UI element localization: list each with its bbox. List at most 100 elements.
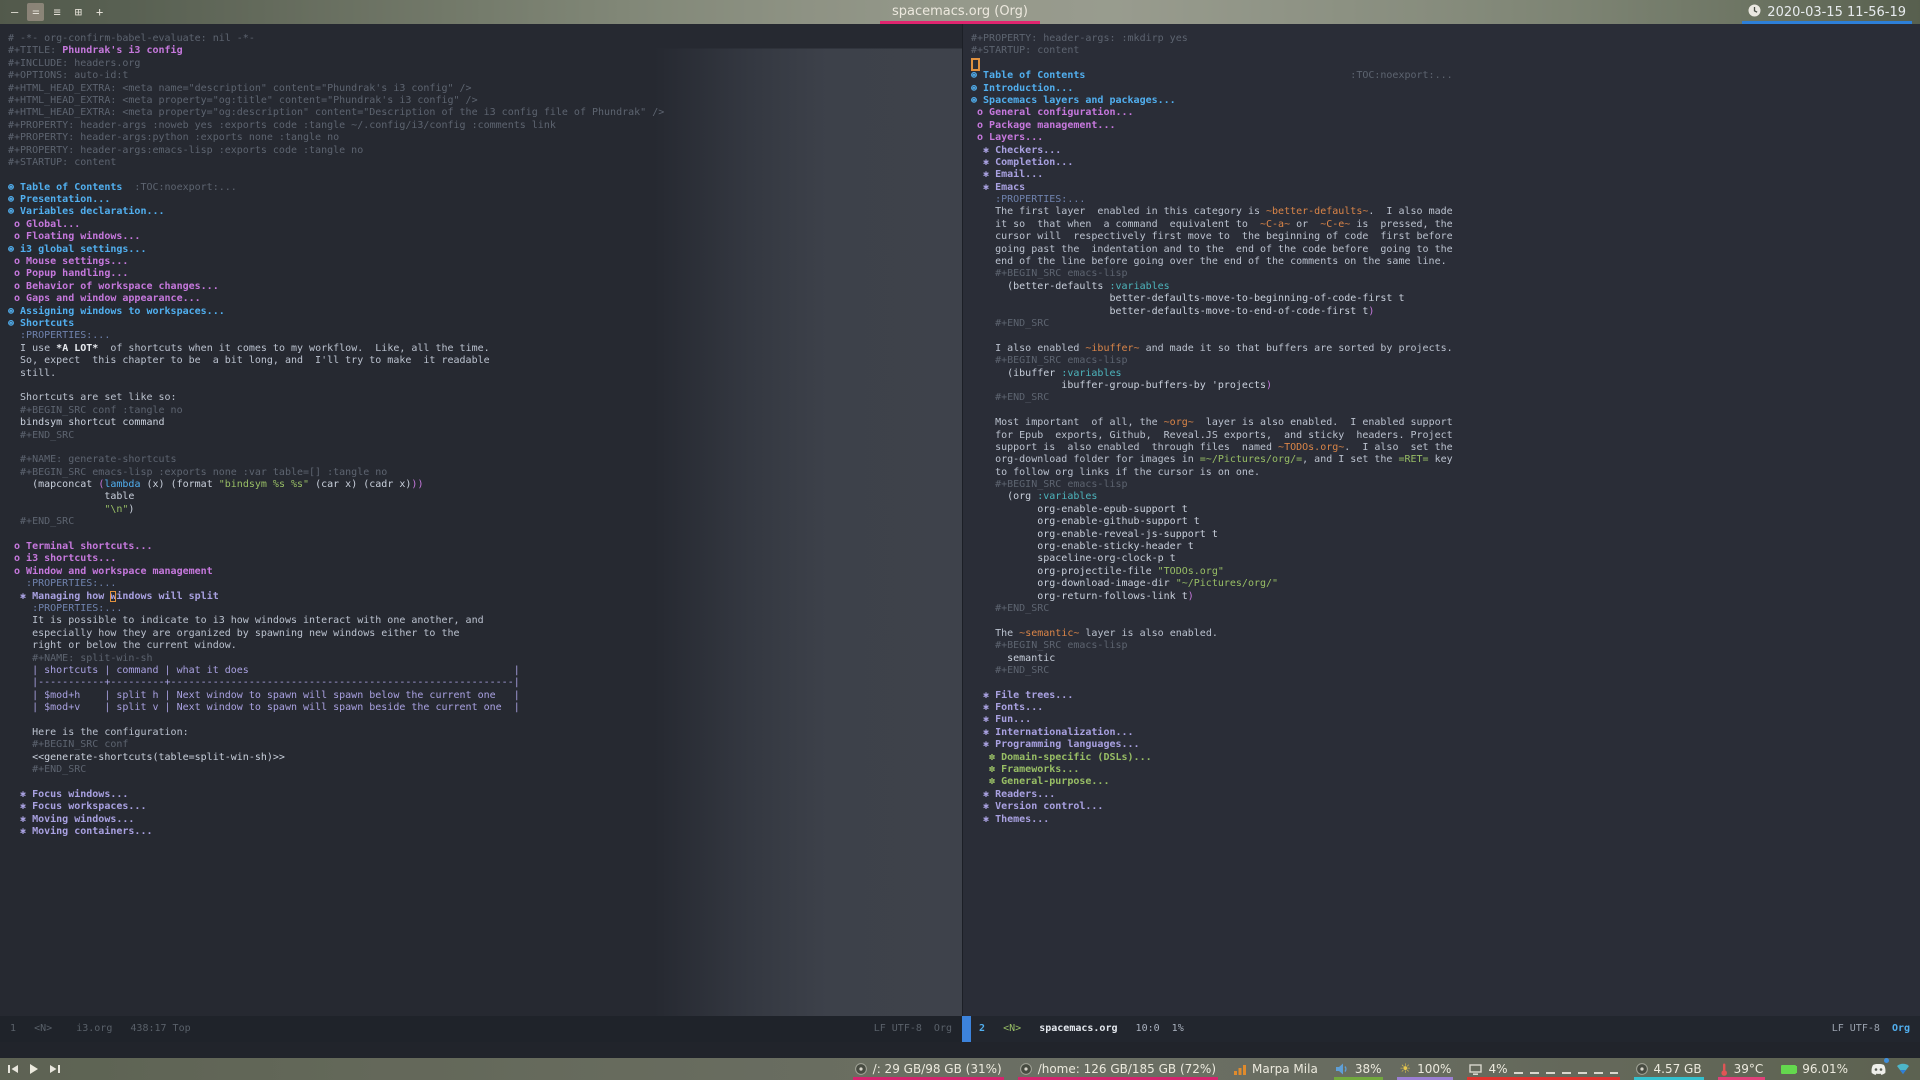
right-mode-line[interactable]: 2 <N> spacemacs.org 10:0 1% LF UTF-8 Org [962, 1016, 1920, 1042]
buffer-line: ✱ Moving containers... [8, 826, 153, 837]
buffer-line [971, 615, 1920, 627]
left-buffer[interactable]: # -*- org-confirm-babel-evaluate: nil -*… [0, 24, 962, 838]
buffer-line: #+PROPERTY: header-args :noweb yes :expo… [8, 119, 556, 131]
buffer-line: #+HTML_HEAD_EXTRA: <meta property="og:ti… [8, 94, 478, 106]
emacs-frame: # -*- org-confirm-babel-evaluate: nil -*… [0, 24, 1920, 1058]
buffer-line: The first layer enabled in this category… [971, 206, 1453, 218]
buffer-line: ⊛ Table of Contents :TOC:noexport:... [971, 70, 1453, 82]
buffer-line: #+BEGIN_SRC emacs-lisp [971, 640, 1128, 652]
brightness-module[interactable]: ☀ 100% [1390, 1058, 1460, 1080]
left-mode-line[interactable]: 1 <N> i3.org 438:17 Top LF UTF-8 Org [0, 1016, 962, 1042]
play-icon[interactable] [29, 1063, 39, 1075]
battery-module: 96.01% [1772, 1058, 1857, 1080]
buffer-line: o Mouse settings... [8, 256, 129, 268]
buffer-line: ✱ Checkers... [971, 144, 1062, 156]
buffer-line: :PROPERTIES:... [8, 330, 111, 342]
buffer-line: org-return-follows-link t) [971, 590, 1194, 602]
memory-icon [1635, 1063, 1648, 1075]
buffer-line: semantic [971, 652, 1056, 664]
buffer-line: to follow org links if the cursor is on … [971, 466, 1260, 478]
buffer-line: Shortcuts are set like so: [8, 392, 177, 404]
module-value: 38% [1354, 1062, 1382, 1076]
volume-icon [1335, 1063, 1349, 1075]
window-title-text: spacemacs.org (Org) [891, 4, 1029, 19]
echo-area[interactable] [0, 1042, 1920, 1058]
buffer-line [971, 405, 1920, 417]
buffer-line: o Package management... [971, 119, 1116, 131]
buffer-line: #+NAME: split-win-sh [8, 652, 153, 664]
buffer-line: o Behavior of workspace changes... [8, 280, 219, 292]
temperature-module: 39°C [1711, 1058, 1773, 1080]
buffer-line: ✱ Emacs [971, 181, 1026, 193]
buffer-line: ✱ Readers... [971, 788, 1056, 800]
buffer-line: o Floating windows... [8, 231, 141, 243]
next-icon[interactable] [49, 1064, 60, 1074]
buffer-line [971, 677, 1920, 689]
buffer-line: The ~semantic~ layer is also enabled. [971, 627, 1218, 639]
buffer-line: | $mod+h | split h | Next window to spaw… [8, 689, 520, 701]
buffer-line: #+STARTUP: content [8, 156, 117, 168]
buffer-line: #+PROPERTY: header-args:python :exports … [8, 132, 340, 144]
previous-icon[interactable] [8, 1064, 19, 1074]
buffer-line: support is also enabled through files na… [971, 441, 1453, 453]
buffer-line: I also enabled ~ibuffer~ and made it so … [971, 342, 1453, 354]
brightness-icon: ☀ [1399, 1061, 1412, 1077]
buffer-line: org-enable-sticky-header t [971, 541, 1194, 553]
buffer-line: ✱ Fun... [971, 714, 1032, 726]
buffer-line: | shortcuts | command | what it does | [8, 664, 520, 676]
buffer-line: | $mod+v | split v | Next window to spaw… [8, 702, 520, 714]
buffer-line: "\n") [104, 503, 135, 515]
left-mode-line-encoding: LF UTF-8 Org [873, 1023, 952, 1034]
buffer-line: ✱ Internationalization... [971, 726, 1134, 738]
buffer-line: ✱ Moving windows... [8, 813, 135, 825]
window-title-wrap: spacemacs.org (Org) [0, 0, 1920, 24]
buffer-line [971, 57, 1920, 71]
buffer-line: #+END_SRC [971, 602, 1050, 614]
top-bar: — = ≡ ⊞ + spacemacs.org (Org) 2020-03-15 11-… [0, 0, 1920, 24]
buffer-line: ✱ Programming languages... [971, 739, 1140, 751]
bottom-bar: /: 29 GB/98 GB (31%) /home: 126 GB/185 GB… [0, 1057, 1920, 1080]
buffer-line: #+STARTUP: content [971, 45, 1080, 57]
buffer-line: org-enable-epub-support t [971, 503, 1188, 515]
buffer-line: So, expect this chapter to be a bit long… [8, 355, 490, 367]
buffer-line: better-defaults-move-to-beginning-of-cod… [971, 293, 1405, 305]
volume-module[interactable]: 38% [1327, 1058, 1391, 1080]
buffer-line: ✱ Focus workspaces... [8, 801, 147, 813]
window-title: spacemacs.org (Org) [879, 0, 1041, 24]
buffer-line: especially how they are organized by spa… [8, 627, 460, 639]
buffer-line: ⊛ Presentation... [8, 194, 111, 206]
buffer-line: Here is the configuration: [8, 726, 189, 738]
battery-icon [1781, 1064, 1797, 1074]
network-icon [1234, 1064, 1246, 1075]
buffer-line: #+BEGIN_SRC emacs-lisp [971, 268, 1128, 280]
right-buffer[interactable]: #+PROPERTY: header-args: :mkdirp yes #+ST… [963, 24, 1920, 826]
buffer-line: ✱ File trees... [971, 689, 1074, 701]
discord-tray-icon[interactable] [1871, 1057, 1889, 1079]
cpu-history-graph [1513, 1064, 1618, 1074]
buffer-line: #+BEGIN_SRC emacs-lisp [971, 355, 1128, 367]
buffer-line: :PROPERTIES:... [8, 578, 117, 590]
buffer-line: #+HTML_HEAD_EXTRA: <meta property="og:de… [8, 107, 665, 119]
buffer-line: o Window and workspace management [8, 565, 213, 577]
left-mode-line-info: 1 <N> i3.org 438:17 Top [10, 1023, 191, 1034]
buffer-line: |-----------+---------+-----------------… [8, 677, 520, 689]
buffer-line: #+BEGIN_SRC conf :tangle no [8, 404, 183, 416]
buffer-line [8, 529, 962, 541]
buffer-line: bindsym shortcut command [8, 417, 165, 429]
wifi-tray-icon[interactable] [1896, 1063, 1910, 1075]
disk-icon [854, 1063, 867, 1075]
buffer-line: :PROPERTIES:... [971, 194, 1086, 206]
buffer-line: right or below the current window. [8, 640, 237, 652]
buffer-line [8, 714, 962, 726]
left-window-i3-org[interactable]: # -*- org-confirm-babel-evaluate: nil -*… [0, 24, 962, 1016]
buffer-line: I use *A LOT* of shortcuts when it comes… [8, 342, 490, 354]
clock-text: 2020-03-15 11-56-19 [1767, 4, 1906, 20]
clock-module[interactable]: 2020-03-15 11-56-19 [1742, 0, 1912, 24]
buffer-line: for Epub exports, Github, Reveal.JS expo… [971, 429, 1453, 441]
buffer-line: ibuffer-group-buffers-by 'projects) [971, 379, 1273, 391]
right-window-spacemacs-org[interactable]: #+PROPERTY: header-args: :mkdirp yes #+ST… [962, 24, 1920, 1016]
buffer-line: #+END_SRC [971, 664, 1050, 676]
media-controls [0, 1063, 60, 1075]
buffer-line: ✱ Managing how windows will split [8, 590, 219, 602]
buffer-line: #+BEGIN_SRC emacs-lisp [971, 479, 1128, 491]
